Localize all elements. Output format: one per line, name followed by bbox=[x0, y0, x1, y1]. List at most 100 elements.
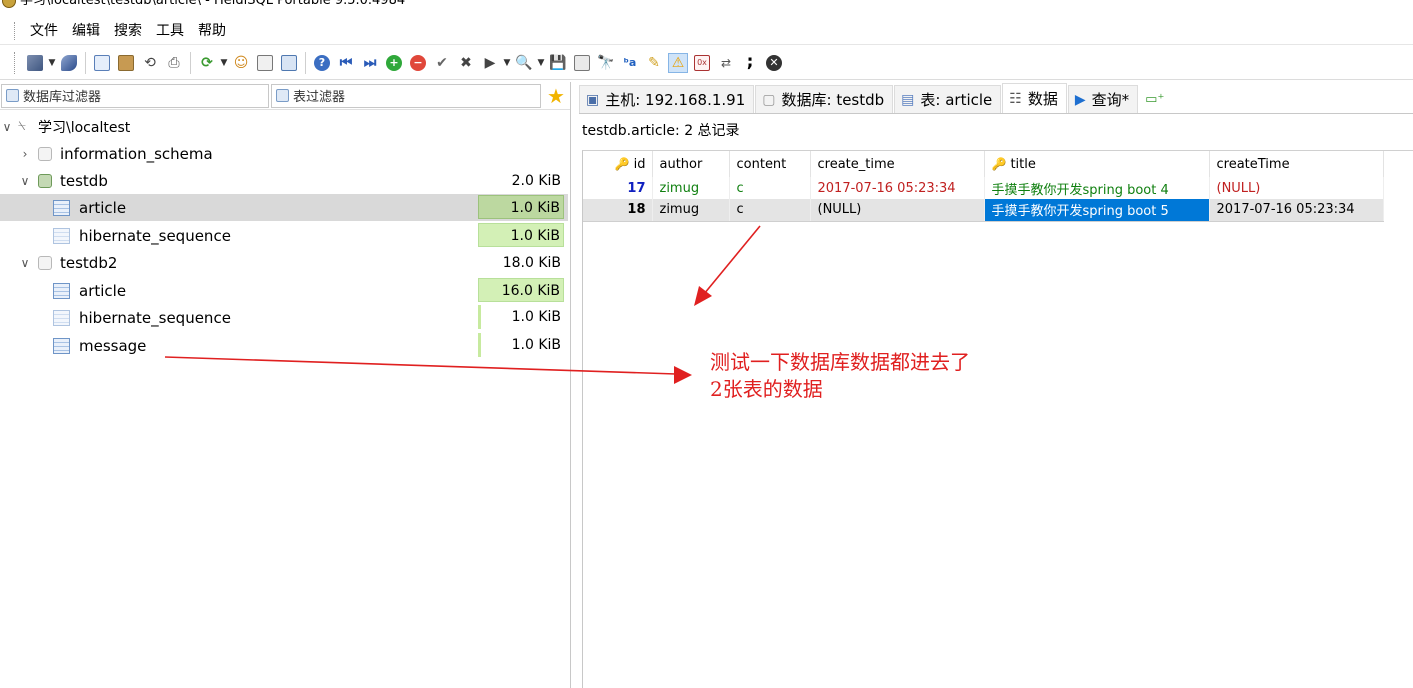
execute-icon[interactable]: ▶ bbox=[480, 53, 500, 73]
cell-createtime[interactable]: 2017-07-16 05:23:34 bbox=[1209, 199, 1384, 222]
primary-key-icon: 🔑 bbox=[614, 156, 630, 171]
table-row[interactable]: 17 zimug c 2017-07-16 05:23:34 手摸手教你开发sp… bbox=[583, 177, 1384, 199]
warning-icon[interactable]: ⚠ bbox=[668, 52, 688, 73]
cell-create-time[interactable]: 2017-07-16 05:23:34 bbox=[810, 177, 985, 199]
replace-icon[interactable]: ᵇa bbox=[620, 53, 640, 73]
cell-content[interactable]: c bbox=[729, 177, 811, 199]
new-query-tab-button[interactable]: ▭⁺ bbox=[1139, 85, 1172, 113]
first-record-icon[interactable]: ⏮ bbox=[336, 53, 356, 73]
tree-table-hibernate-sequence-testdb[interactable]: hibernate_sequence 1.0 KiB bbox=[0, 222, 568, 249]
collapse-chevron-icon[interactable]: ∨ bbox=[18, 256, 32, 270]
tab-query[interactable]: ▶ 查询* bbox=[1067, 85, 1139, 113]
new-query-tab-icon: ▭⁺ bbox=[1145, 91, 1165, 107]
cancel-record-icon[interactable]: ✖ bbox=[456, 53, 476, 73]
cell-createtime[interactable]: (NULL) bbox=[1209, 177, 1384, 199]
tree-table-hibernate-sequence-testdb2[interactable]: hibernate_sequence 1.0 KiB bbox=[0, 304, 568, 331]
tab-database[interactable]: ▢ 数据库: testdb bbox=[755, 85, 894, 113]
explain-icon[interactable]: 🔍 bbox=[514, 53, 534, 73]
tab-host[interactable]: ▣ 主机: 192.168.1.91 bbox=[579, 85, 755, 113]
toolbar-grip bbox=[14, 51, 17, 74]
tree-item-label: hibernate_sequence bbox=[79, 308, 231, 327]
column-header-id[interactable]: 🔑 id bbox=[583, 151, 653, 177]
data-grid-icon: ☷ bbox=[1009, 90, 1022, 107]
explain-dropdown-icon[interactable]: ▼ bbox=[536, 58, 546, 68]
tree-item-label: information_schema bbox=[60, 144, 213, 163]
table-filter-input[interactable]: 表过滤器 bbox=[271, 83, 541, 108]
disconnect-icon[interactable] bbox=[59, 53, 79, 73]
refresh-icon[interactable]: ⟳ bbox=[197, 53, 217, 73]
session-icon: ⍀ bbox=[18, 119, 26, 134]
favorite-star-icon[interactable]: ★ bbox=[547, 85, 569, 107]
last-record-icon[interactable]: ⏭ bbox=[360, 53, 380, 73]
table-row-selected[interactable]: 18 zimug c (NULL) 手摸手教你开发spring boot 5 2… bbox=[583, 199, 1384, 222]
wrap-icon[interactable]: ⇄ bbox=[716, 53, 736, 73]
table-size-bar: 1.0 KiB bbox=[478, 333, 564, 357]
tab-label: 主机: 192.168.1.91 bbox=[605, 91, 746, 109]
collapse-chevron-icon[interactable]: ∨ bbox=[0, 120, 14, 134]
tree-session-localtest[interactable]: ∨ ⍀ 学习\localtest bbox=[0, 113, 568, 140]
filter-row: 数据库过滤器 表过滤器 ★ bbox=[0, 82, 570, 110]
print-icon[interactable]: ⎙ bbox=[164, 53, 184, 73]
find-icon[interactable]: 🔭 bbox=[596, 53, 616, 73]
table-filter-icon bbox=[276, 89, 289, 102]
tab-data[interactable]: ☷ 数据 bbox=[1002, 83, 1067, 113]
semicolon-icon[interactable]: ; bbox=[740, 53, 760, 73]
menu-search[interactable]: 搜索 bbox=[107, 21, 149, 41]
user-manager-icon[interactable]: ☺ bbox=[231, 53, 251, 73]
data-table: 🔑 id author content create_time 🔑 title cr… bbox=[583, 151, 1384, 222]
refresh-dropdown-icon[interactable]: ▼ bbox=[219, 58, 229, 68]
menu-file[interactable]: 文件 bbox=[23, 21, 65, 41]
database-tree-pane: 数据库过滤器 表过滤器 ★ ∨ ⍀ 学习\localtest › informa… bbox=[0, 82, 571, 688]
annotation-text: 测试一下数据库数据都进去了 2张表的数据 bbox=[710, 350, 970, 401]
tree-item-label: article bbox=[79, 281, 127, 300]
table-size-bar: 1.0 KiB bbox=[478, 195, 564, 219]
tree-table-message-testdb2[interactable]: message 1.0 KiB bbox=[0, 332, 568, 359]
save-icon[interactable]: 💾 bbox=[548, 53, 568, 73]
cell-author[interactable]: zimug bbox=[652, 199, 730, 222]
expand-chevron-icon[interactable]: › bbox=[18, 147, 32, 161]
tree-db-testdb2[interactable]: ∨ testdb2 18.0 KiB bbox=[0, 249, 568, 276]
cell-title-focused[interactable]: 手摸手教你开发spring boot 5 bbox=[984, 199, 1210, 222]
binary-icon[interactable]: 0x bbox=[692, 53, 712, 73]
export-icon[interactable] bbox=[279, 53, 299, 73]
menu-edit[interactable]: 编辑 bbox=[65, 21, 107, 41]
session-manager-icon[interactable] bbox=[25, 53, 45, 73]
database-filter-input[interactable]: 数据库过滤器 bbox=[1, 83, 269, 108]
execute-dropdown-icon[interactable]: ▼ bbox=[502, 58, 512, 68]
tree-item-label: testdb2 bbox=[60, 253, 118, 272]
session-dropdown-icon[interactable]: ▼ bbox=[47, 58, 57, 68]
cell-content[interactable]: c bbox=[729, 199, 811, 222]
stop-icon[interactable]: ✕ bbox=[764, 53, 784, 73]
copy-icon[interactable] bbox=[92, 53, 112, 73]
column-header-content[interactable]: content bbox=[729, 151, 811, 177]
help-icon[interactable]: ? bbox=[312, 53, 332, 73]
cell-id[interactable]: 17 bbox=[583, 177, 653, 199]
tree-db-testdb[interactable]: ∨ testdb 2.0 KiB bbox=[0, 167, 568, 194]
collapse-chevron-icon[interactable]: ∨ bbox=[18, 174, 32, 188]
cell-id[interactable]: 18 bbox=[583, 199, 653, 222]
tree-db-information-schema[interactable]: › information_schema bbox=[0, 140, 568, 167]
post-record-icon[interactable]: ✔ bbox=[432, 53, 452, 73]
delete-record-icon[interactable]: − bbox=[408, 53, 428, 73]
add-record-icon[interactable]: + bbox=[384, 53, 404, 73]
play-icon: ▶ bbox=[1074, 91, 1086, 108]
table-size-bar: 16.0 KiB bbox=[478, 278, 564, 302]
column-header-title[interactable]: 🔑 title bbox=[984, 151, 1210, 177]
tab-table[interactable]: ▤ 表: article bbox=[894, 85, 1002, 113]
column-header-author[interactable]: author bbox=[652, 151, 730, 177]
undo-icon[interactable]: ⟲ bbox=[140, 53, 160, 73]
menu-help[interactable]: 帮助 bbox=[191, 21, 233, 41]
cell-title[interactable]: 手摸手教你开发spring boot 4 bbox=[984, 177, 1210, 199]
tree-table-article-testdb[interactable]: article 1.0 KiB bbox=[0, 194, 568, 221]
menu-tools[interactable]: 工具 bbox=[149, 21, 191, 41]
format-sql-icon[interactable]: ✎ bbox=[644, 53, 664, 73]
paste-icon[interactable] bbox=[116, 53, 136, 73]
column-header-create-time[interactable]: create_time bbox=[810, 151, 985, 177]
cell-author[interactable]: zimug bbox=[652, 177, 730, 199]
cell-create-time[interactable]: (NULL) bbox=[810, 199, 985, 222]
tree-table-article-testdb2[interactable]: article 16.0 KiB bbox=[0, 277, 568, 304]
save-as-icon[interactable] bbox=[572, 53, 592, 73]
column-header-createtime[interactable]: createTime bbox=[1209, 151, 1384, 177]
import-icon[interactable] bbox=[255, 53, 275, 73]
table-icon bbox=[53, 199, 70, 216]
